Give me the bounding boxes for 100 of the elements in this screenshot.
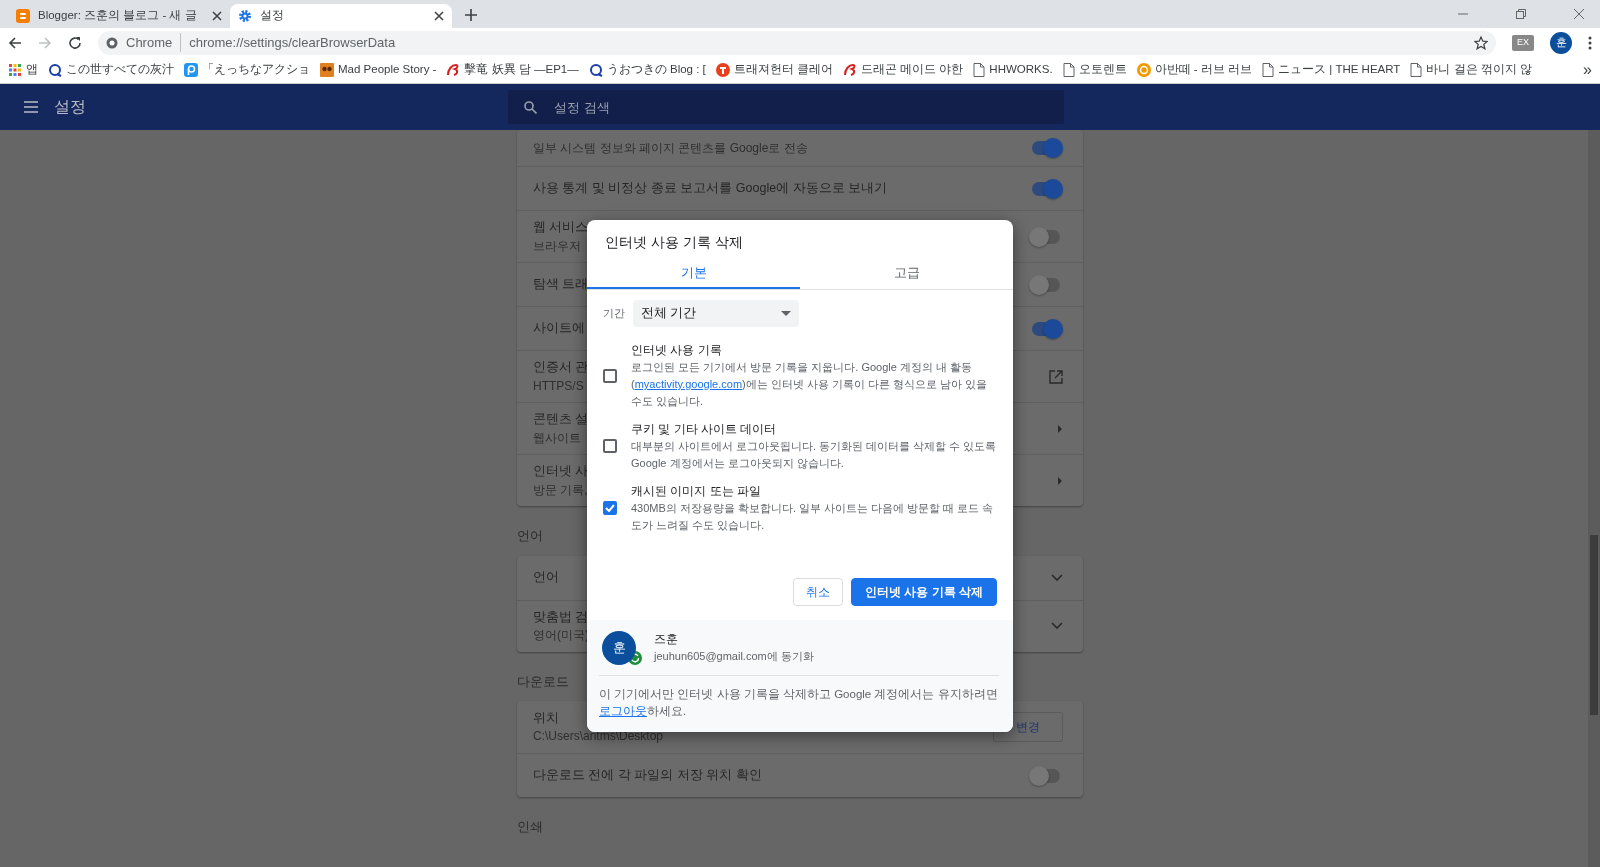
dialog-tab[interactable]: 고급 xyxy=(800,257,1013,289)
bookmark-link[interactable]: 「えっちなアクショ xyxy=(184,61,310,79)
chevron-icon[interactable] xyxy=(1051,573,1063,582)
arrow-icon[interactable] xyxy=(1057,476,1063,485)
setting-title: 탐색 트래 xyxy=(533,276,589,294)
bookmark-label: Mad People Story - xyxy=(338,62,437,78)
setting-title: 웹 서비스 xyxy=(533,219,589,237)
search-field[interactable]: 설정 검색 xyxy=(508,90,1064,124)
arrow-icon[interactable] xyxy=(1057,424,1063,433)
cancel-button[interactable]: 취소 xyxy=(793,578,843,606)
bookmark-link[interactable]: 드래곤 메이드 야한 xyxy=(842,61,964,79)
bookmark-link[interactable]: 앱 xyxy=(8,61,38,79)
activity-link[interactable]: myactivity.google.com xyxy=(634,378,743,390)
option-description: 로그인된 모든 기기에서 방문 기록을 지웁니다. Google 계정의 내 활동 (myactivity.google.com)에는 인터넷 사용 기록이 다른 형식으로 남아 있을 수도 있습니다. xyxy=(631,360,989,409)
apps-icon xyxy=(8,63,22,77)
bookmark-label: 트래져헌터 클레어 xyxy=(733,62,833,78)
tab-title: Blogger: 즈훈의 블로그 - 새 글 xyxy=(38,8,198,24)
setting-description: C:\Users\antms\Desktop xyxy=(533,728,664,746)
account-name: 즈훈 xyxy=(654,631,679,648)
external-link-icon[interactable] xyxy=(1049,369,1063,384)
dropdown-caret-icon xyxy=(781,311,791,316)
address-bar[interactable]: Chrome chrome://settings/clearBrowserData xyxy=(98,30,1496,55)
setting-title: 언어 xyxy=(533,569,559,587)
setting-title: 사이트에 xyxy=(533,320,585,338)
scrollbar[interactable] xyxy=(1588,130,1600,867)
bookmark-label: 「えっちなアクショ xyxy=(202,62,310,78)
setting-title: 인터넷 사 xyxy=(533,463,589,481)
chevron-icon[interactable] xyxy=(1051,622,1063,630)
bookmark-link[interactable]: Mad People Story - xyxy=(320,61,437,79)
menu-icon[interactable] xyxy=(1588,35,1592,50)
close-icon[interactable] xyxy=(434,11,444,21)
bookmark-link[interactable]: この世すべての灰汁 xyxy=(48,61,174,79)
settings-icon xyxy=(238,9,252,23)
checkbox[interactable] xyxy=(603,368,617,383)
dragon-icon xyxy=(842,63,857,77)
bookmark-link[interactable]: HHWORKS. xyxy=(973,61,1053,79)
bubble-icon xyxy=(1136,63,1151,77)
bookmark-label: 앱 xyxy=(26,62,38,78)
ring-icon xyxy=(48,63,62,77)
setting-title: 사용 통계 및 비정상 종료 보고서를 Google에 자동으로 보내기 xyxy=(533,180,888,198)
checkbox[interactable] xyxy=(603,501,617,515)
scrollbar-thumb[interactable] xyxy=(1590,535,1598,715)
square-icon xyxy=(184,63,198,77)
bookmarks-overflow[interactable]: » xyxy=(1583,58,1592,82)
section-heading: 다운로드 xyxy=(517,673,569,689)
bookmark-link[interactable]: うおつきの Blog : [ xyxy=(588,61,706,79)
setting-title: 맞춤법 검 xyxy=(533,608,589,626)
ring-icon xyxy=(588,63,603,77)
profile-avatar[interactable]: 훈 xyxy=(1550,31,1572,54)
bookmark-label: 擊竜 妖異 담 —EP1— xyxy=(464,62,579,78)
page-icon xyxy=(973,63,986,77)
bookmark-label: 바니 걸은 꺾이지 않 xyxy=(1426,62,1532,78)
section-heading: 언어 xyxy=(517,528,543,543)
setting-description: HTTPS/S xyxy=(533,377,584,395)
bookmark-label: うおつきの Blog : [ xyxy=(606,62,706,78)
setting-title: 다운로드 전에 각 파일의 저장 위치 확인 xyxy=(533,767,762,785)
forward-icon[interactable] xyxy=(38,35,52,50)
url-text: chrome://settings/clearBrowserData xyxy=(189,34,396,50)
circle-icon xyxy=(715,63,730,77)
reload-icon[interactable] xyxy=(68,35,82,50)
setting-description: 웹사이트 xyxy=(533,429,581,447)
bookmark-link[interactable]: 擊竜 妖異 담 —EP1— xyxy=(446,61,579,79)
settings-title: 설정 xyxy=(54,97,86,117)
bookmark-link[interactable]: 오토렌트 xyxy=(1062,61,1127,79)
browser-tab[interactable]: 설정 xyxy=(230,4,452,28)
period-label: 기간 xyxy=(603,306,625,321)
browser-tab[interactable]: Blogger: 즈훈의 블로그 - 새 글 xyxy=(8,4,230,28)
clear-data-button[interactable]: 인터넷 사용 기록 삭제 xyxy=(851,578,997,606)
sign-out-note: 이 기기에서만 인터넷 사용 기록을 삭제하고 Google 계정에서는 유지하려면 로그아웃하세요. xyxy=(599,675,999,720)
close-icon[interactable] xyxy=(1574,9,1584,19)
new-tab-icon[interactable] xyxy=(464,8,478,22)
search-icon xyxy=(524,101,537,114)
bookmark-label: 아반떼 - 러브 러브 xyxy=(1154,62,1253,78)
back-icon[interactable] xyxy=(8,35,22,50)
bookmark-link[interactable]: 바니 걸은 꺾이지 않 xyxy=(1410,61,1532,79)
tab-title: 설정 xyxy=(260,8,285,24)
bookmark-link[interactable]: 트래져헌터 클레어 xyxy=(715,61,833,79)
sign-out-link[interactable]: 로그아웃 xyxy=(599,705,647,717)
restore-icon[interactable] xyxy=(1516,9,1526,19)
extension-button[interactable]: EX xyxy=(1512,34,1534,51)
bookmark-label: HHWORKS. xyxy=(989,62,1053,78)
bookmark-link[interactable]: 아반떼 - 러브 러브 xyxy=(1136,61,1253,79)
section-heading: 인쇄 xyxy=(517,819,543,834)
star-icon[interactable] xyxy=(1474,35,1488,50)
sync-status: jeuhun605@gmail.com에 동기화 xyxy=(654,649,814,664)
period-dropdown[interactable]: 전체 기간 xyxy=(633,300,799,327)
bookmark-link[interactable]: ニュース | THE HEART xyxy=(1262,61,1401,79)
dragon-icon xyxy=(446,63,461,77)
bookmark-label: この世すべての灰汁 xyxy=(66,62,174,78)
bookmark-label: ニュース | THE HEART xyxy=(1278,62,1401,78)
site-label: Chrome xyxy=(126,33,173,52)
sync-icon xyxy=(628,650,642,665)
page-icon xyxy=(1262,63,1275,77)
checkbox[interactable] xyxy=(603,439,617,453)
page-icon xyxy=(1062,63,1075,77)
setting-title: 콘텐츠 설 xyxy=(533,411,589,429)
dialog-tab[interactable]: 기본 xyxy=(587,257,800,289)
menu-icon[interactable] xyxy=(24,101,38,113)
close-icon[interactable] xyxy=(212,11,222,21)
bookmark-label: 드래곤 메이드 야한 xyxy=(860,62,964,78)
